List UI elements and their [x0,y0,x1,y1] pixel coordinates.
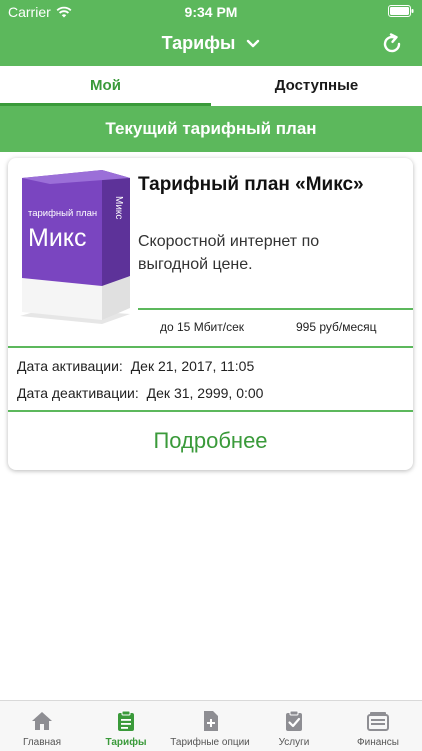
home-icon [32,712,52,730]
status-time: 9:34 PM [184,4,238,20]
tabbar-label-services: Услуги [278,737,310,748]
plan-tabs: Мой Доступные [0,66,422,106]
clipboard-icon [118,710,134,731]
tabbar-item-finance[interactable]: Финансы [336,701,420,751]
tabbar-label-home: Главная [22,737,62,748]
chevron-down-icon [247,40,260,48]
box-label-top: тарифный план [28,208,97,219]
more-details-button[interactable]: Подробнее [8,412,413,470]
box-label-main: Микс [28,224,87,252]
deactivation-row: Дата деактивации: Дек 31, 2999, 0:00 [17,385,263,401]
plan-description: Скоростной интернет по выгодной цене. [138,233,320,273]
deactivation-value: Дек 31, 2999, 0:00 [146,385,264,401]
tabbar-item-tariffs[interactable]: Тарифы [84,701,168,751]
tabbar-item-home[interactable]: Главная [0,701,84,751]
tab-available[interactable]: Доступные [211,66,422,106]
tab-mine-label: Мой [90,77,121,94]
tabbar-label-tariffs: Тарифы [105,737,147,748]
section-header: Текущий тарифный план [0,106,422,152]
tabbar-label-finance: Финансы [357,737,399,748]
refresh-icon[interactable] [380,32,404,56]
activation-label: Дата активации: [17,358,123,374]
box-side-label: Микс [113,196,124,219]
plan-price: 995 руб/месяц [296,320,377,334]
tab-available-label: Доступные [274,77,359,94]
deactivation-label: Дата деактивации: [17,385,139,401]
tab-mine[interactable]: Мой [0,66,211,106]
tabbar-label-options: Тарифные опции [170,737,250,748]
nav-bar: Тарифы [0,24,422,66]
nav-title-dropdown[interactable]: Тарифы [0,33,422,54]
nav-title: Тарифы [161,33,236,53]
plan-speed: до 15 Мбит/сек [160,320,245,334]
plan-box-image: тарифный план Микс Микс [20,170,130,324]
activation-value: Дек 21, 2017, 11:05 [130,358,255,374]
plan-name: Тарифный план «Микс» [138,174,364,195]
tabbar-item-options[interactable]: Тарифные опции [168,701,252,751]
plan-divider [138,308,413,310]
tabbar-item-services[interactable]: Услуги [252,701,336,751]
clipboard-check-icon [286,710,302,731]
info-divider [8,346,413,348]
plan-card: тарифный план Микс Микс Тарифный план «М… [8,158,413,470]
bottom-tab-bar: Главная Тарифы Тарифные опции Услуги Фин… [0,700,422,751]
sim-plus-icon [204,711,218,731]
activation-row: Дата активации: Дек 21, 2017, 11:05 [17,358,254,374]
battery-icon [388,5,414,17]
wallet-icon [367,712,389,731]
status-bar: Carrier 9:34 PM [0,0,422,24]
